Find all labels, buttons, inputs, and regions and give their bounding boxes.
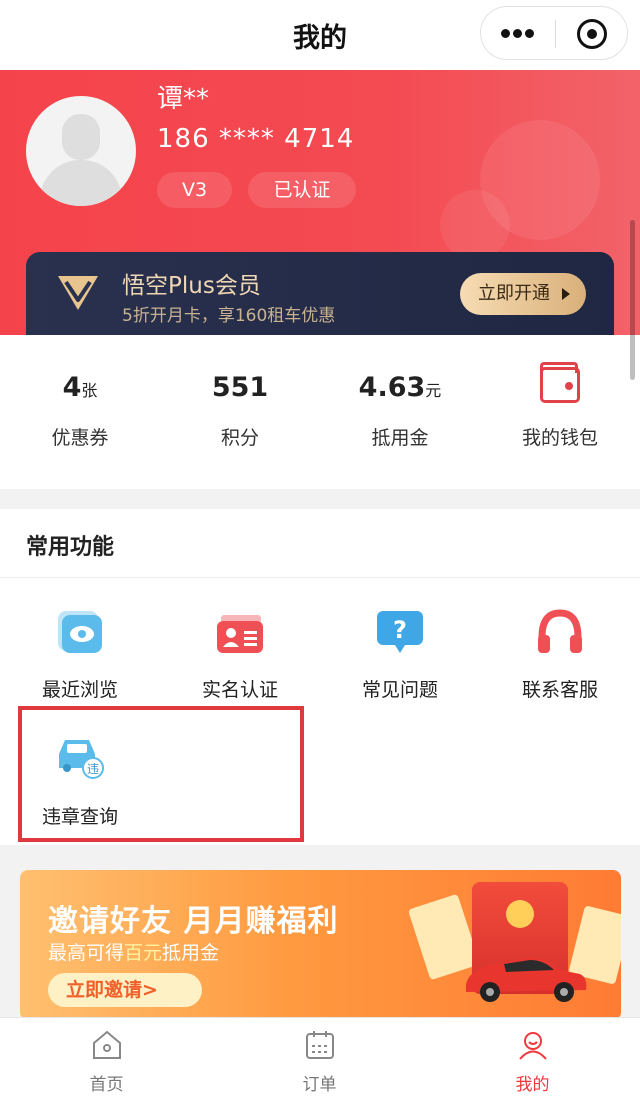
- function-customer-service[interactable]: 联系客服: [480, 589, 640, 709]
- avatar-head-shape: [62, 114, 100, 160]
- section-divider: [0, 577, 640, 578]
- home-icon: [93, 1030, 121, 1059]
- car-violation-icon: 违: [59, 740, 104, 779]
- member-level-badge[interactable]: V3: [157, 172, 232, 208]
- tab-label: 我的: [515, 1075, 550, 1095]
- id-card-icon: [217, 615, 263, 653]
- headset-icon: [538, 609, 582, 653]
- verified-badge[interactable]: 已认证: [248, 172, 356, 208]
- function-faq[interactable]: ? 常见问题: [320, 589, 480, 709]
- stat-coupons[interactable]: 4张 优惠券: [0, 335, 160, 489]
- tab-home[interactable]: 首页: [0, 1018, 213, 1099]
- profile-header: 谭** 186 **** 4714 V3 已认证 悟空Plus会员 5折开月卡，…: [0, 70, 640, 335]
- bottom-tab-bar: 首页 订单 我的: [0, 1017, 640, 1099]
- eye-card-icon: [58, 611, 102, 653]
- wallet-icon: [540, 362, 580, 403]
- function-label: 常见问题: [361, 679, 438, 701]
- account-stats: 4张 优惠券 551 积分 4.63元 抵用金 我的钱包: [0, 335, 640, 489]
- top-nav-bar: 我的: [0, 0, 640, 70]
- more-dots-icon[interactable]: [501, 29, 535, 39]
- svg-text:违: 违: [87, 762, 99, 776]
- diamond-badge-icon: [58, 276, 98, 310]
- capsule-divider: [555, 20, 556, 48]
- wallet-label: 我的钱包: [521, 427, 598, 449]
- points-count: 551: [211, 372, 269, 403]
- coupon-count: 4张: [62, 372, 98, 403]
- tab-mine[interactable]: 我的: [426, 1018, 639, 1099]
- tab-orders[interactable]: 订单: [213, 1018, 426, 1099]
- question-bubble-icon: ?: [377, 611, 423, 653]
- calendar-icon: [306, 1031, 334, 1059]
- coupon-label: 优惠券: [51, 427, 109, 449]
- function-real-name[interactable]: 实名认证: [160, 589, 320, 709]
- invite-title: 邀请好友 月月赚福利: [48, 904, 339, 939]
- function-label: 最近浏览: [41, 679, 118, 701]
- plus-subtitle: 5折开月卡，享160租车优惠: [122, 306, 336, 326]
- function-recent-browse[interactable]: 最近浏览: [0, 589, 160, 709]
- mini-program-capsule: [480, 6, 628, 60]
- avatar-body-shape: [40, 160, 122, 206]
- invite-now-button[interactable]: 立即邀请>: [48, 973, 202, 1007]
- credit-label: 抵用金: [371, 427, 429, 449]
- invite-banner[interactable]: 邀请好友 月月赚福利 最高可得百元抵用金 立即邀请>: [20, 870, 621, 1020]
- plus-membership-banner[interactable]: 悟空Plus会员 5折开月卡，享160租车优惠 立即开通: [26, 252, 614, 335]
- tab-label: 首页: [89, 1075, 124, 1095]
- function-label: 实名认证: [201, 679, 278, 701]
- function-label: 违章查询: [42, 806, 119, 828]
- plus-title: 悟空Plus会员: [122, 273, 261, 299]
- scrollbar[interactable]: [630, 220, 635, 380]
- avatar[interactable]: [26, 96, 136, 206]
- credit-amount: 4.63元: [358, 372, 442, 403]
- user-name: 谭**: [157, 84, 210, 114]
- section-title: 常用功能: [26, 535, 115, 560]
- function-label: 联系客服: [521, 679, 598, 701]
- open-membership-label: 立即开通: [478, 283, 550, 304]
- target-circle-icon[interactable]: [577, 19, 607, 49]
- function-violation-query[interactable]: 违 违章查询: [0, 714, 160, 834]
- stat-points[interactable]: 551 积分: [160, 335, 320, 489]
- invite-subtitle: 最高可得百元抵用金: [48, 942, 220, 964]
- stat-credit[interactable]: 4.63元 抵用金: [320, 335, 480, 489]
- tab-label: 订单: [302, 1075, 337, 1095]
- user-phone: 186 **** 4714: [157, 124, 355, 154]
- play-arrow-icon: [562, 288, 570, 300]
- stat-wallet[interactable]: 我的钱包: [480, 335, 640, 489]
- svg-text:?: ?: [393, 616, 407, 644]
- points-label: 积分: [220, 427, 259, 449]
- common-functions-card: 常用功能 最近浏览 实名认证 ? 常见问题 联系客服 违 违章查询: [0, 509, 640, 845]
- car-graphic: [466, 958, 587, 1002]
- coin-graphic: [506, 900, 534, 928]
- open-membership-button[interactable]: 立即开通: [460, 273, 586, 315]
- header-decoration: [440, 190, 510, 260]
- user-icon: [519, 1032, 547, 1060]
